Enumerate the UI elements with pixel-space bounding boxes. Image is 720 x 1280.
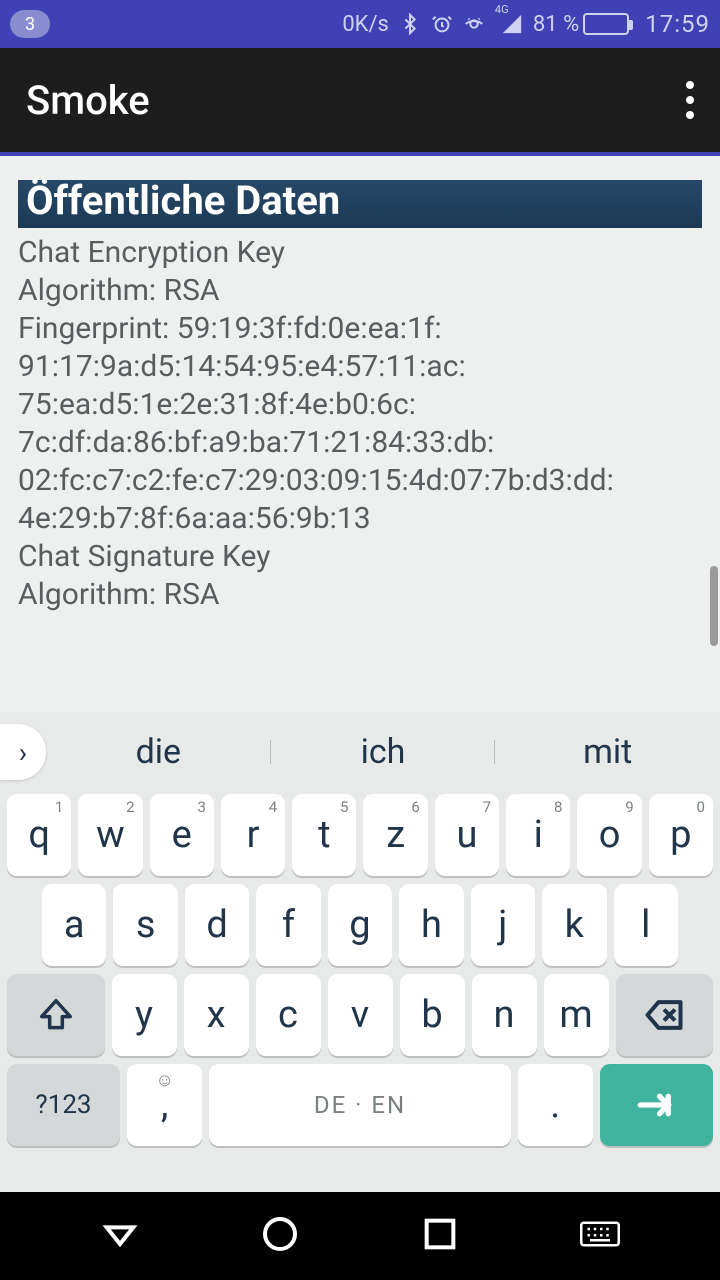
content-line: Algorithm: RSA (18, 576, 702, 614)
key-h[interactable]: h (399, 884, 463, 966)
key-m[interactable]: m (544, 974, 609, 1056)
key-row-2: asdfghjkl (0, 880, 720, 970)
suggestion-word[interactable]: mit (495, 732, 720, 772)
key-a[interactable]: a (42, 884, 106, 966)
space-key[interactable]: DE · EN (209, 1064, 510, 1146)
keyboard-switch-button[interactable] (580, 1220, 620, 1252)
key-y[interactable]: y (112, 974, 177, 1056)
shift-key[interactable] (7, 974, 105, 1056)
content-line: Chat Signature Key (18, 538, 702, 576)
content-line: Fingerprint: 59:19:3f:fd:0e:ea:1f: (18, 310, 702, 348)
soft-keyboard: › die ich mit 1q2w3e4r5t6z7u8i9o0p asdfg… (0, 712, 720, 1192)
android-nav-bar (0, 1192, 720, 1280)
app-title: Smoke (26, 77, 150, 124)
backspace-key[interactable] (616, 974, 714, 1056)
key-b[interactable]: b (400, 974, 465, 1056)
content-line: 91:17:9a:d5:14:54:95:e4:57:11:ac: (18, 348, 702, 386)
network-speed: 0K/s (342, 12, 389, 37)
home-button[interactable] (260, 1214, 300, 1258)
back-button[interactable] (100, 1214, 140, 1258)
alarm-icon (431, 13, 453, 35)
suggestion-bar: › die ich mit (0, 714, 720, 790)
eye-comfort-icon (463, 13, 485, 35)
key-n[interactable]: n (472, 974, 537, 1056)
key-f[interactable]: f (256, 884, 320, 966)
emoji-icon: ☺ (155, 1070, 173, 1091)
key-g[interactable]: g (328, 884, 392, 966)
content-line: Chat Encryption Key (18, 234, 702, 272)
content-line: 4e:29:b7:8f:6a:aa:56:9b:13 (18, 500, 702, 538)
enter-key[interactable] (600, 1064, 713, 1146)
section-header: Öffentliche Daten (18, 180, 702, 228)
content-line: Algorithm: RSA (18, 272, 702, 310)
expand-suggestions-button[interactable]: › (0, 724, 46, 780)
key-row-4: ?123 ☺ , DE · EN . (0, 1060, 720, 1150)
clock: 17:59 (645, 10, 710, 38)
key-x[interactable]: x (184, 974, 249, 1056)
scrollbar-thumb[interactable] (710, 566, 718, 646)
overflow-menu-button[interactable] (686, 81, 694, 119)
key-r[interactable]: 4r (221, 794, 285, 876)
android-status-bar: 3 0K/s 4G 81 % ❂ 17:59 (0, 0, 720, 48)
content-line: 02:fc:c7:c2:fe:c7:29:03:09:15:4d:07:7b:d… (18, 462, 702, 500)
suggestion-word[interactable]: ich (271, 732, 496, 772)
key-row-1: 1q2w3e4r5t6z7u8i9o0p (0, 790, 720, 880)
content-area[interactable]: Öffentliche Daten Chat Encryption Key Al… (0, 156, 720, 712)
battery-indicator: 81 % ❂ (533, 12, 629, 37)
key-v[interactable]: v (328, 974, 393, 1056)
key-t[interactable]: 5t (292, 794, 356, 876)
key-o[interactable]: 9o (577, 794, 641, 876)
key-k[interactable]: k (542, 884, 606, 966)
key-i[interactable]: 8i (506, 794, 570, 876)
key-c[interactable]: c (256, 974, 321, 1056)
app-bar: Smoke (0, 48, 720, 156)
recents-button[interactable] (420, 1214, 460, 1258)
key-l[interactable]: l (614, 884, 678, 966)
key-z[interactable]: 6z (363, 794, 427, 876)
key-u[interactable]: 7u (435, 794, 499, 876)
period-key[interactable]: . (518, 1064, 593, 1146)
bluetooth-icon (399, 13, 421, 35)
comma-key[interactable]: ☺ , (127, 1064, 202, 1146)
key-j[interactable]: j (471, 884, 535, 966)
key-row-3: yxcvbnm (0, 970, 720, 1060)
content-line: 7c:df:da:86:bf:a9:ba:71:21:84:33:db: (18, 424, 702, 462)
content-line: 75:ea:d5:1e:2e:31:8f:4e:b0:6c: (18, 386, 702, 424)
key-d[interactable]: d (185, 884, 249, 966)
key-s[interactable]: s (113, 884, 177, 966)
key-w[interactable]: 2w (78, 794, 142, 876)
key-e[interactable]: 3e (150, 794, 214, 876)
symbols-key[interactable]: ?123 (7, 1064, 120, 1146)
suggestion-word[interactable]: die (46, 732, 271, 772)
key-p[interactable]: 0p (649, 794, 713, 876)
notification-count-badge: 3 (10, 10, 50, 38)
key-q[interactable]: 1q (7, 794, 71, 876)
mobile-signal-icon: 4G (495, 13, 523, 35)
